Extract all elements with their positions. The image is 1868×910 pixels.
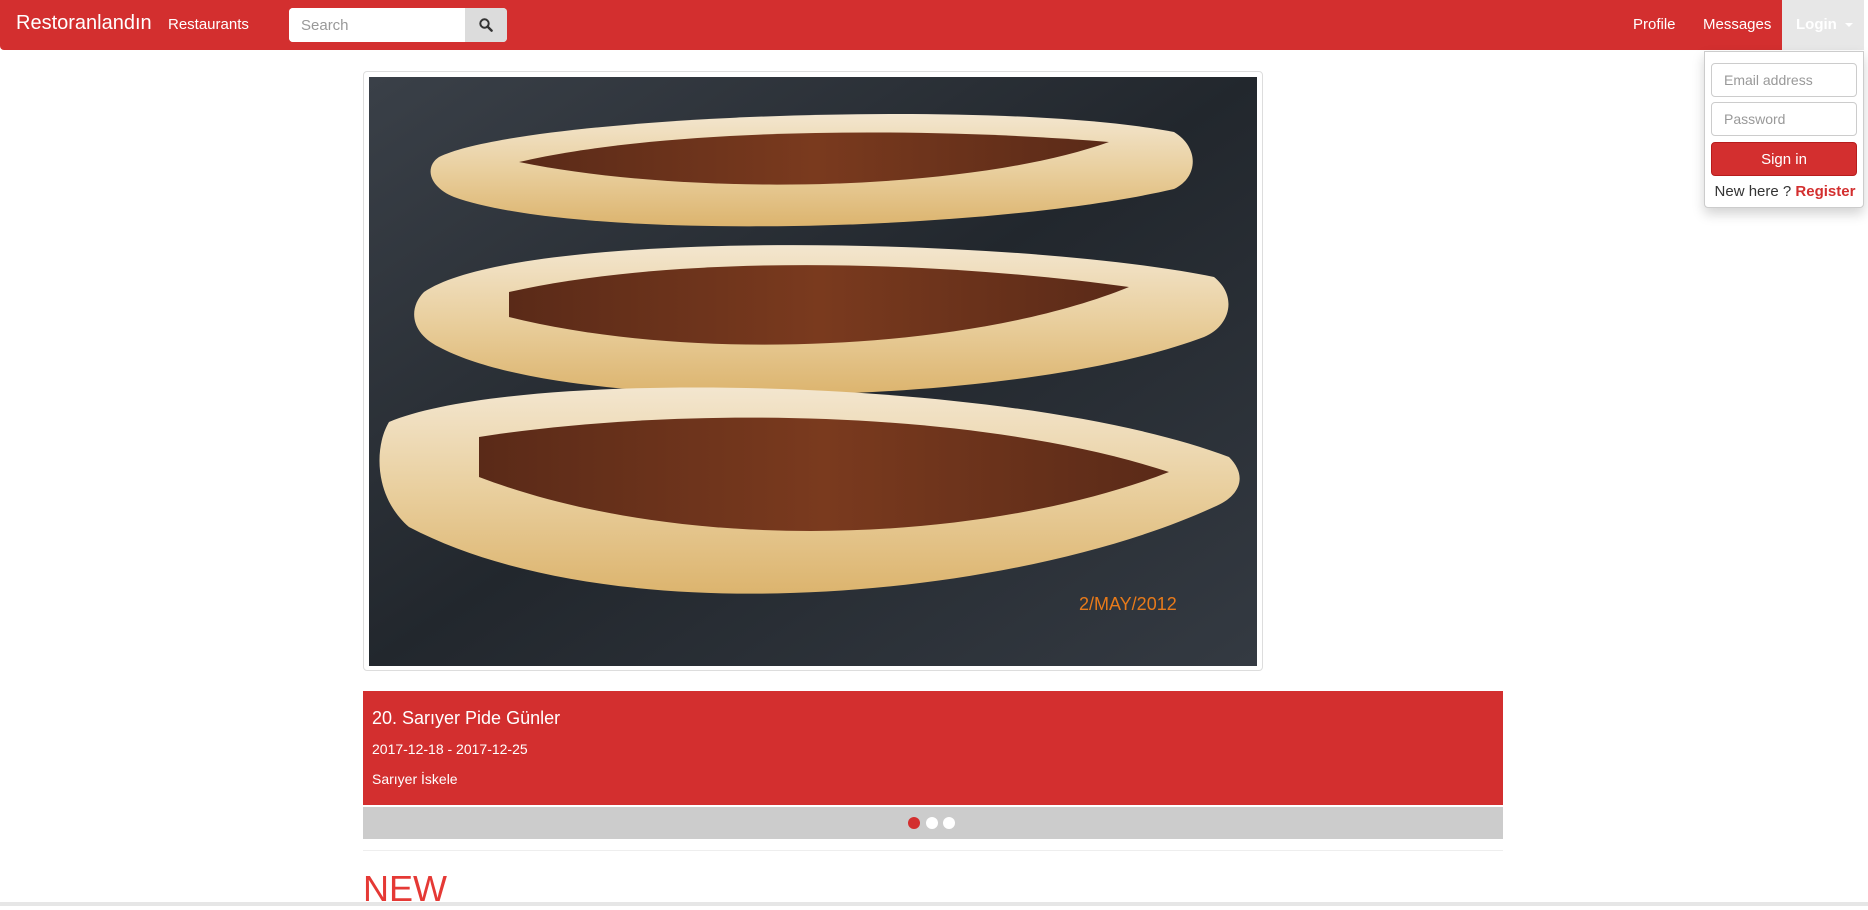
event-dates: 2017-12-18 - 2017-12-25 [372,741,528,757]
pide-illustration: 2/MAY/2012 [369,77,1257,666]
nav-profile-link[interactable]: Profile [1633,16,1676,33]
pide-photo[interactable]: 2/MAY/2012 [369,77,1257,666]
photo-date-watermark: 2/MAY/2012 [1079,594,1177,614]
login-dropdown-menu: Sign in New here ? Register [1704,51,1864,208]
new-here-text: New here ? [1714,183,1792,200]
carousel-indicator-1[interactable] [908,817,920,829]
search-input[interactable] [289,8,465,42]
register-link[interactable]: Register [1795,183,1855,200]
event-location: Sarıyer İskele [372,771,458,787]
email-field[interactable] [1711,63,1857,97]
carousel-image-frame: 2/MAY/2012 [363,71,1263,671]
brand-logo-link[interactable]: Restoranlandın [16,12,152,35]
search-icon [479,18,493,32]
horizontal-scrollbar[interactable] [0,902,1868,906]
sign-in-button[interactable]: Sign in [1711,142,1857,176]
section-divider [363,850,1503,851]
nav-restaurants-link[interactable]: Restaurants [168,16,249,33]
register-prompt: New here ? Register [1705,183,1865,200]
carousel-indicators [363,807,1503,839]
top-navbar: Restoranlandın Restaurants Profile Messa… [0,0,1864,50]
search-form [289,8,507,42]
nav-messages-link[interactable]: Messages [1703,16,1771,33]
login-label: Login [1796,16,1837,33]
login-dropdown-toggle[interactable]: Login [1782,0,1864,50]
caret-down-icon [1845,23,1853,27]
password-field[interactable] [1711,102,1857,136]
carousel-indicator-2[interactable] [926,817,938,829]
search-button[interactable] [465,8,507,42]
carousel-caption: 20. Sarıyer Pide Günler 2017-12-18 - 201… [363,691,1503,805]
carousel-indicator-3[interactable] [943,817,955,829]
event-title: 20. Sarıyer Pide Günler [372,708,561,728]
